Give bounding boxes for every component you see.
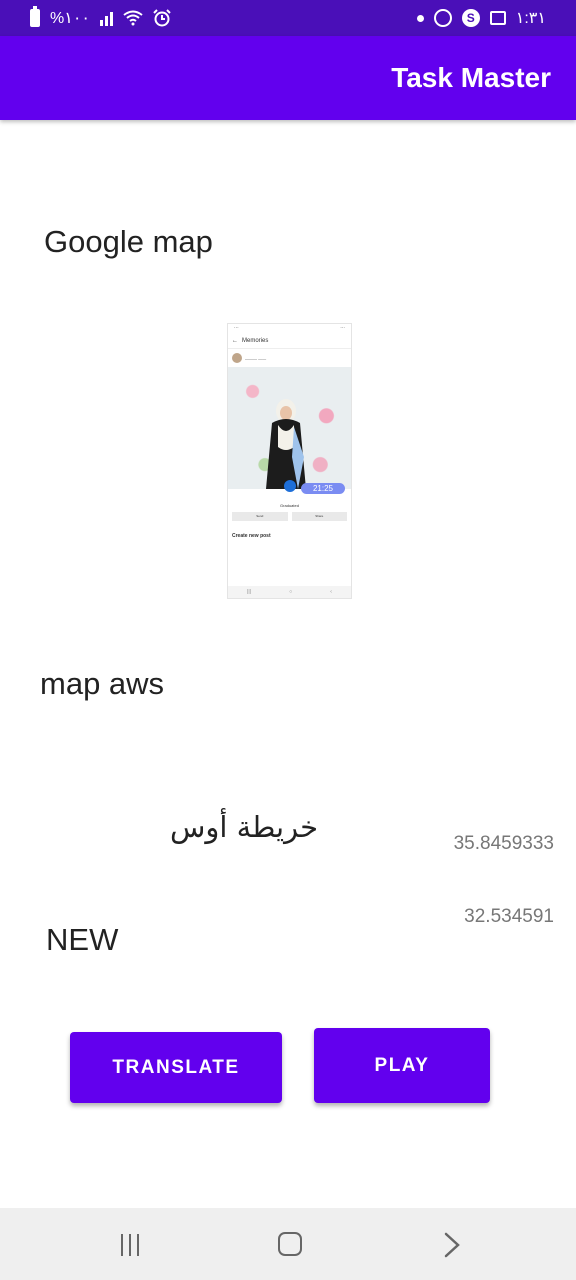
map-aws-label: map aws (40, 666, 165, 701)
s-app-icon: S (461, 9, 480, 27)
arabic-map-label: خريطة أوس (170, 810, 319, 844)
whatsapp-icon (433, 9, 452, 27)
notification-dot-icon (416, 14, 424, 22)
status-bar: %١٠٠ S ١:٣١ (0, 0, 576, 36)
thumb-create-post: Create new post (232, 533, 271, 539)
alarm-icon (153, 9, 171, 27)
back-icon[interactable] (432, 1230, 472, 1260)
play-button[interactable]: PLAY (314, 1028, 490, 1103)
memory-screenshot-image: ⋅⋅⋅ ⋅⋅⋅ ← Memories ——— —— 21:25 Graduated… (227, 323, 352, 599)
battery-icon (30, 6, 40, 27)
longitude-value: 35.8459333 (453, 833, 554, 854)
thumb-download-icon (284, 480, 296, 492)
battery-percent: %١٠٠ (50, 10, 91, 27)
home-icon[interactable] (270, 1230, 310, 1260)
new-label: NEW (46, 922, 119, 957)
thumb-actions: Send Share (228, 508, 351, 525)
thumb-send-button: Send (232, 512, 288, 521)
person-figure (266, 399, 306, 489)
navigation-bar (0, 1208, 576, 1280)
thumb-nav-bar: ||| ○ ‹ (228, 586, 351, 598)
app-title: Task Master (391, 62, 551, 93)
status-time: ١:٣١ (515, 10, 546, 27)
wifi-icon (123, 10, 143, 26)
thumb-photo: 21:25 (228, 367, 351, 494)
translate-button[interactable]: TRANSLATE (70, 1032, 282, 1103)
latitude-value: 32.534591 (464, 906, 554, 927)
google-map-label: Google map (44, 224, 213, 259)
thumb-header: ← Memories (228, 334, 351, 349)
recents-icon[interactable] (110, 1230, 150, 1260)
signal-icon (100, 10, 114, 26)
app-bar: Task Master (0, 36, 576, 120)
thumb-title: Memories (242, 338, 269, 344)
thumb-status-bar: ⋅⋅⋅ ⋅⋅⋅ (234, 325, 345, 331)
thumb-avatar (232, 353, 242, 363)
thumb-back-icon: ← (232, 338, 238, 344)
thumb-time-badge: 21:25 (300, 483, 345, 494)
thumb-user-row: ——— —— (228, 349, 351, 367)
thumb-share-button: Share (291, 512, 347, 521)
image-icon (489, 11, 506, 25)
